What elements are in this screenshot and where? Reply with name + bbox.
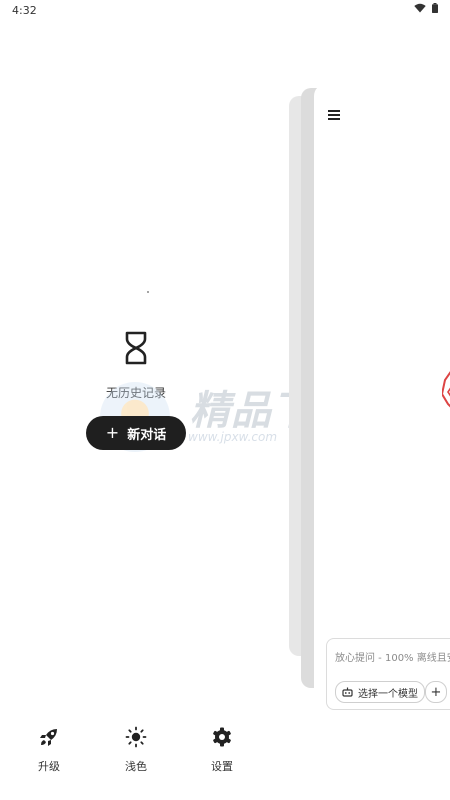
plus-icon: + xyxy=(430,684,442,700)
main-chat-panel[interactable]: 放心提问 - 100% 离线且安 选择一个模型 + xyxy=(314,84,450,724)
loading-dot xyxy=(147,291,149,293)
select-model-button[interactable]: 选择一个模型 xyxy=(335,681,425,703)
status-time: 4:32 xyxy=(12,4,37,17)
nav-theme-label: 浅色 xyxy=(125,760,147,773)
sun-icon xyxy=(125,726,147,748)
history-drawer: 无历史记录 精品下载 www.jpxw.com + 新对话 xyxy=(0,22,353,800)
chat-input-placeholder[interactable]: 放心提问 - 100% 离线且安 xyxy=(335,649,450,664)
add-attachment-button[interactable]: + xyxy=(425,681,447,703)
status-icons xyxy=(414,3,438,13)
nav-upgrade[interactable]: 升级 xyxy=(19,726,79,774)
plus-icon: + xyxy=(105,423,120,442)
robot-icon xyxy=(342,687,353,697)
status-bar: 4:32 xyxy=(0,0,450,22)
logo-fragment xyxy=(442,371,450,408)
nav-settings[interactable]: 设置 xyxy=(192,726,252,774)
new-chat-label: 新对话 xyxy=(127,427,167,443)
hourglass-icon xyxy=(125,331,147,365)
select-model-label: 选择一个模型 xyxy=(358,688,418,700)
watermark-url: www.jpxw.com xyxy=(188,430,278,444)
hamburger-icon[interactable] xyxy=(328,110,340,120)
nav-upgrade-label: 升级 xyxy=(38,760,60,773)
nav-theme[interactable]: 浅色 xyxy=(106,726,166,774)
battery-icon xyxy=(432,3,438,13)
new-chat-button[interactable]: + 新对话 xyxy=(86,416,186,450)
wifi-icon xyxy=(414,3,426,13)
chat-input-card[interactable]: 放心提问 - 100% 离线且安 选择一个模型 + xyxy=(326,638,450,710)
bottom-nav: 升级 浅色 设置 xyxy=(0,726,300,786)
rocket-icon xyxy=(40,729,57,746)
nav-settings-label: 设置 xyxy=(211,760,233,773)
gear-icon xyxy=(213,727,231,747)
